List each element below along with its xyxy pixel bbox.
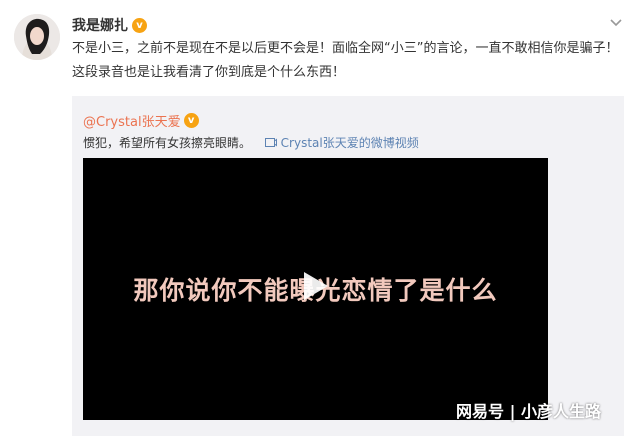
- post-author-name[interactable]: 我是娜扎: [72, 15, 128, 35]
- avatar[interactable]: [14, 14, 60, 60]
- post-author[interactable]: 我是娜扎 v: [72, 15, 147, 35]
- watermark: 网易号 | 小彦人生路: [456, 402, 601, 421]
- repost-text-body: 惯犯，希望所有女孩擦亮眼睛。: [83, 136, 252, 150]
- play-icon[interactable]: [296, 268, 332, 304]
- repost-author-name[interactable]: @Crystal张天爱: [83, 111, 181, 130]
- video-link-label[interactable]: Crystal张天爱的微博视频: [281, 136, 419, 150]
- video-player[interactable]: 那你说你不能曝光恋情了是什么: [83, 158, 548, 420]
- repost-card: @Crystal张天爱 v 惯犯，希望所有女孩擦亮眼睛。 Crystal张天爱的…: [72, 96, 624, 436]
- video-link-icon: [264, 138, 277, 147]
- repost-text: 惯犯，希望所有女孩擦亮眼睛。 Crystal张天爱的微博视频: [83, 134, 419, 151]
- repost-author[interactable]: @Crystal张天爱 v: [83, 111, 199, 130]
- chevron-down-icon[interactable]: [608, 14, 624, 30]
- video-link[interactable]: Crystal张天爱的微博视频: [264, 136, 419, 150]
- post-text: 不是小三，之前不是现在不是以后更不会是！面临全网“小三”的言论，一直不敢相信你是…: [72, 41, 619, 80]
- verified-badge-icon: v: [183, 113, 199, 128]
- verified-badge-icon: v: [132, 17, 147, 33]
